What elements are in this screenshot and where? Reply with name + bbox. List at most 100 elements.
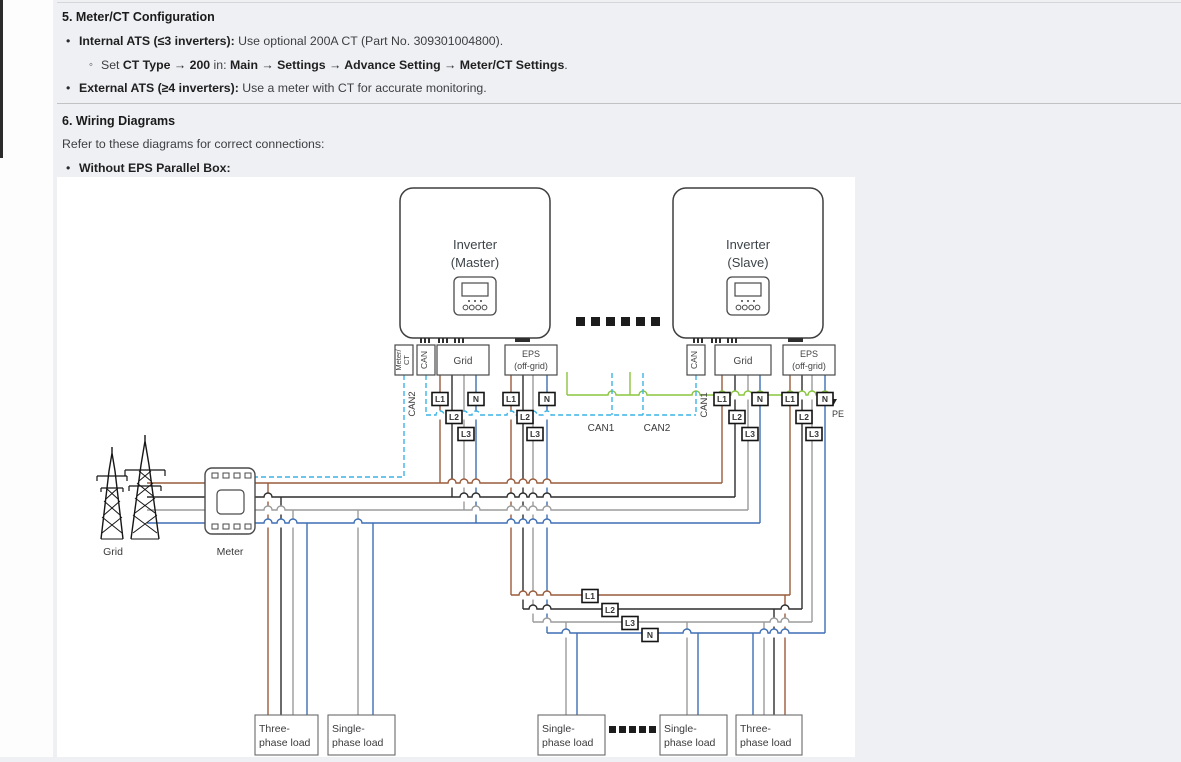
svg-text:L1: L1: [717, 394, 727, 404]
wire-tag: L3: [458, 428, 474, 441]
inverter-master: Inverter (Master): [400, 188, 550, 343]
inverter-master-label1: Inverter: [453, 237, 498, 252]
svg-text:L2: L2: [605, 605, 615, 615]
load-label: phase load: [259, 737, 311, 749]
bullet2-rest: Use a meter with CT for accurate monitor…: [239, 81, 487, 95]
wire-tag: N: [752, 393, 768, 406]
wire-tag: N: [539, 393, 555, 406]
port-grid-master-label: Grid: [454, 356, 473, 367]
meter-screen: [217, 490, 244, 514]
svg-text:L2: L2: [732, 412, 742, 422]
port-can-slave: CAN: [687, 345, 705, 375]
port-can-master: CAN: [417, 345, 435, 375]
svg-text:L2: L2: [449, 412, 459, 422]
top-divider: [57, 2, 1181, 3]
wire-tag: L2: [796, 411, 812, 424]
port-eps-master-label2: (off-grid): [514, 361, 548, 371]
inverter-master-label2: (Master): [451, 255, 499, 270]
can1-vertical-label: CAN1: [699, 392, 710, 417]
load-label: phase load: [664, 737, 716, 749]
wire-tag: L1: [432, 393, 448, 406]
wire-tag: N: [817, 393, 833, 406]
inverter-slave: Inverter (Slave): [673, 188, 823, 343]
svg-text:L2: L2: [799, 412, 809, 422]
port-meter-ct: Meter/ CT: [394, 345, 413, 375]
wire-tag: L2: [446, 411, 462, 424]
load-box-single-phase-1: Single- phase load: [328, 715, 395, 755]
section6-bullet-bold: Without EPS Parallel Box:: [79, 161, 231, 175]
pe-label: PE: [832, 409, 844, 419]
load-box-three-phase-left: Three- phase load: [255, 715, 318, 755]
svg-text:L3: L3: [745, 429, 755, 439]
svg-text:L1: L1: [785, 394, 795, 404]
more-inverters-ellipsis: [576, 317, 660, 326]
sub-bold2: Main → Settings → Advance Setting → Mete…: [230, 58, 564, 72]
left-gutter: [0, 0, 53, 757]
port-eps-slave-label2: (off-grid): [792, 361, 826, 371]
bullet1-rest: Use optional 200A CT (Part No. 309301004…: [235, 34, 503, 48]
svg-text:L3: L3: [530, 429, 540, 439]
meter: [205, 468, 255, 534]
section-divider: [57, 103, 1181, 104]
load-label: phase load: [740, 737, 792, 749]
svg-text:N: N: [647, 630, 653, 640]
can1-label: CAN1: [588, 423, 615, 434]
wire-tags: L1NL2L3L1NL2L3L1NL2L3L1NL2L3L1L2L3N: [432, 393, 833, 642]
sub-mid: in:: [210, 58, 230, 72]
port-meter-ct-label2: CT: [402, 355, 411, 365]
load-box-three-phase-right: Three- phase load: [736, 715, 802, 755]
section5-bullet1: Internal ATS (≤3 inverters): Use optiona…: [79, 34, 503, 48]
load-label: Single-: [542, 723, 575, 735]
load-label: Single-: [664, 723, 697, 735]
bullet-dot: •: [66, 81, 70, 95]
port-eps-master-label1: EPS: [522, 349, 540, 359]
loads-ellipsis: [609, 726, 656, 733]
svg-text:L1: L1: [506, 394, 516, 404]
sub-pre: Set: [101, 58, 123, 72]
wire-tag: L2: [729, 411, 745, 424]
section6-bullet: Without EPS Parallel Box:: [79, 161, 231, 175]
port-grid-master: Grid: [437, 345, 489, 375]
section6-intro: Refer to these diagrams for correct conn…: [62, 137, 324, 151]
svg-text:L1: L1: [435, 394, 445, 404]
wire-tag: L2: [517, 411, 533, 424]
load-label: Three-: [740, 723, 771, 735]
svg-text:L1: L1: [585, 591, 595, 601]
load-label: phase load: [332, 737, 384, 749]
load-label: phase load: [542, 737, 594, 749]
wire-tag: N: [642, 629, 658, 642]
load-label: Single-: [332, 723, 365, 735]
svg-text:N: N: [544, 394, 550, 404]
wire-tag: L1: [503, 393, 519, 406]
can2-label: CAN2: [644, 423, 671, 434]
svg-text:N: N: [757, 394, 763, 404]
wire-tag: N: [468, 393, 484, 406]
port-grid-slave-label: Grid: [734, 356, 753, 367]
svg-text:L3: L3: [461, 429, 471, 439]
bullet1-bold: Internal ATS (≤3 inverters):: [79, 34, 235, 48]
wire-tag: L3: [527, 428, 543, 441]
wire-tag: L3: [806, 428, 822, 441]
left-edge-bar: [0, 0, 3, 158]
wire-tag: L3: [622, 617, 638, 630]
wire-tag: L1: [582, 590, 598, 603]
port-can-master-label: CAN: [419, 351, 429, 369]
port-eps-slave: EPS (off-grid): [783, 345, 835, 375]
load-box-single-phase-3: Single- phase load: [660, 715, 727, 755]
display-panel-icon: [727, 277, 769, 315]
wire-tag: L2: [602, 604, 618, 617]
inverter-slave-label2: (Slave): [727, 255, 768, 270]
sub-end: .: [564, 58, 567, 72]
svg-text:L3: L3: [809, 429, 819, 439]
section5-bullet2: External ATS (≥4 inverters): Use a meter…: [79, 81, 487, 95]
can2-vertical-label: CAN2: [407, 391, 418, 416]
load-box-single-phase-2: Single- phase load: [538, 715, 605, 755]
inverter-slave-label1: Inverter: [726, 237, 771, 252]
svg-text:L3: L3: [625, 618, 635, 628]
wire-tag: L1: [782, 393, 798, 406]
port-grid-slave: Grid: [715, 345, 771, 375]
meter-caption: Meter: [217, 546, 244, 558]
bullet-dot: •: [66, 161, 70, 175]
section6-title: 6. Wiring Diagrams: [62, 114, 175, 128]
wire-tag: L3: [742, 428, 758, 441]
